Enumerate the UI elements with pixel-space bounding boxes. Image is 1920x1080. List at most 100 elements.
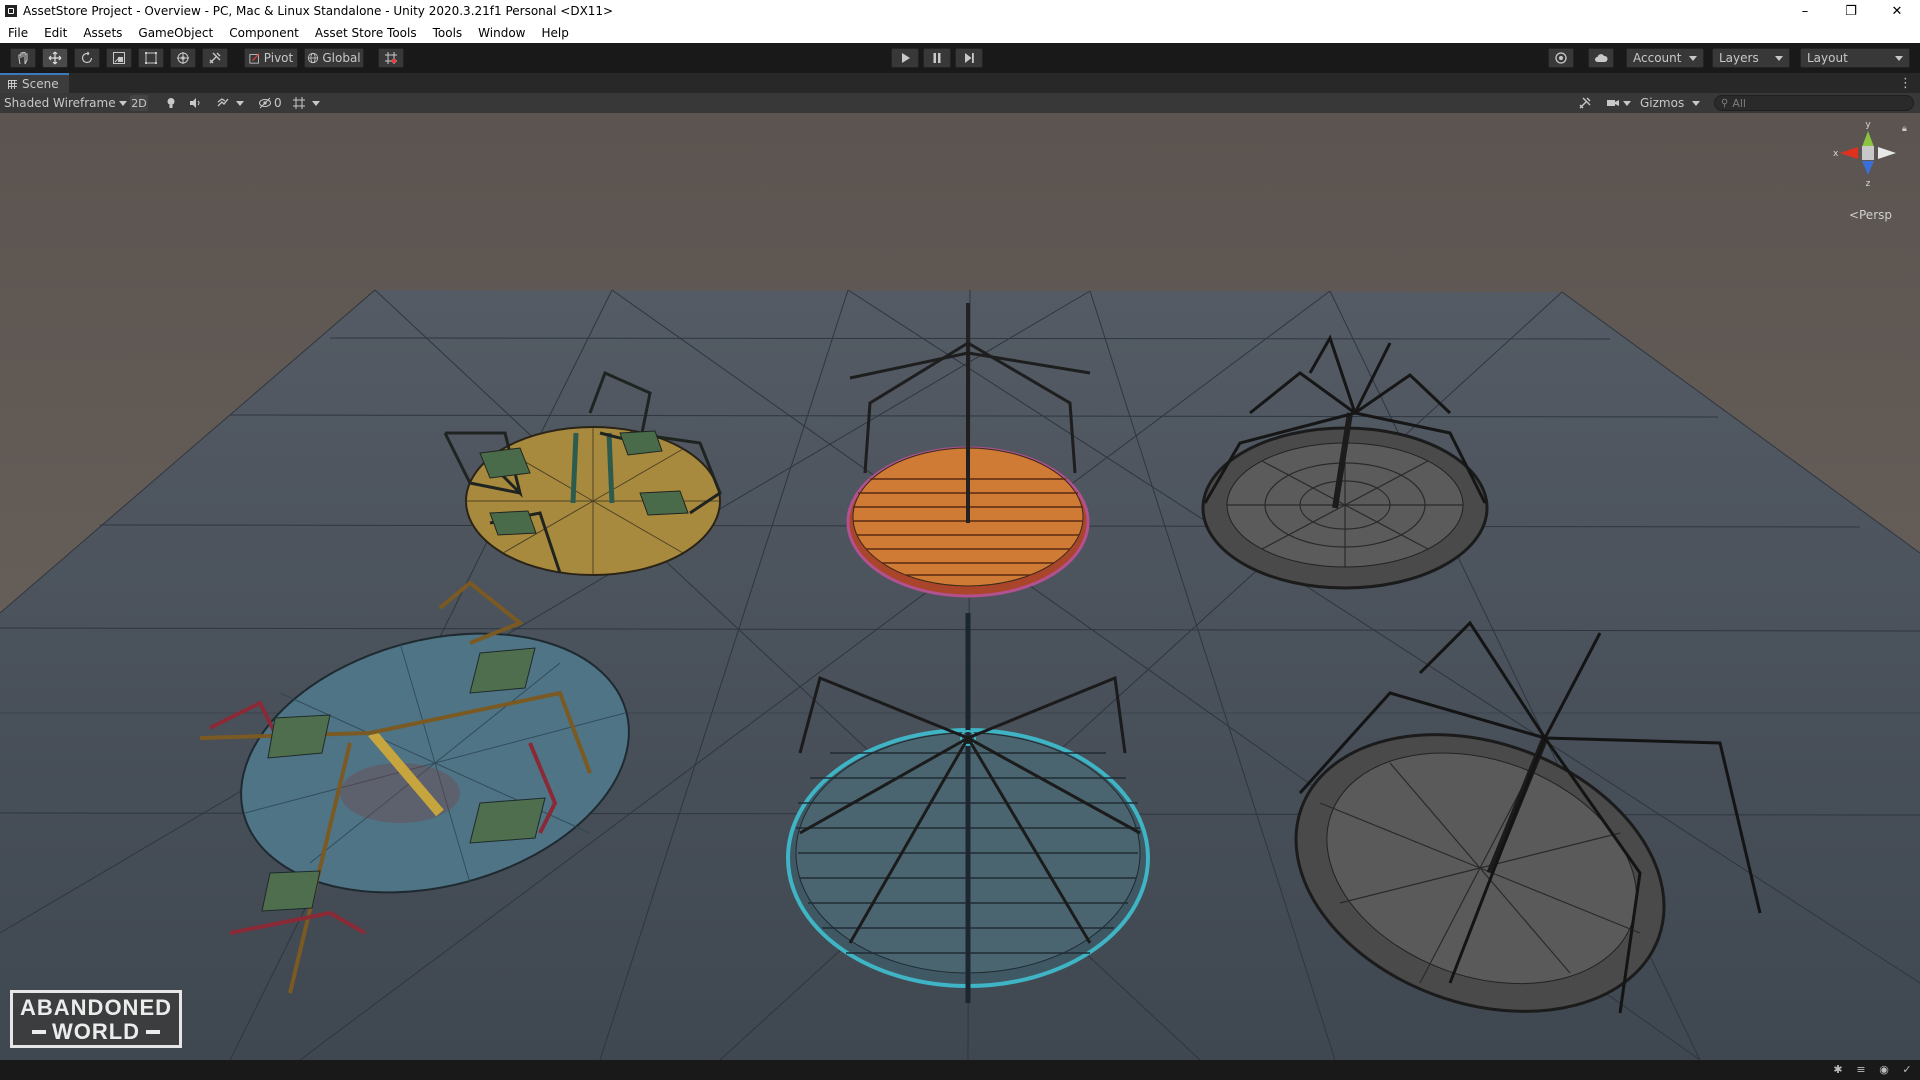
menu-bar: File Edit Assets GameObject Component As… [0,22,1920,43]
move-tool-button[interactable] [42,48,68,68]
scene-tab-label: Scene [22,77,59,91]
gizmo-z-axis[interactable] [1862,161,1874,175]
chevron-down-icon [236,100,244,106]
collab-button[interactable] [1548,48,1574,68]
gizmo-y-axis[interactable] [1862,131,1874,147]
unity-app-icon [5,5,17,17]
menu-assets[interactable]: Assets [75,26,130,40]
draw-mode-dropdown[interactable]: Shaded Wireframe [4,93,127,113]
maximize-button[interactable]: ❐ [1828,0,1874,22]
scene-render [0,113,1920,1060]
lock-icon[interactable]: 🔒︎ [1902,124,1907,134]
projection-toggle[interactable]: <Persp [1849,208,1892,222]
scene-search-field[interactable]: ⚲ All [1714,95,1914,111]
logo-bar-left [31,1030,46,1034]
chevron-down-icon [1689,55,1697,61]
hidden-objects-toggle[interactable]: 0 [258,93,282,113]
rotate-icon [81,51,93,64]
menu-help[interactable]: Help [534,26,577,40]
search-icon: ⚲ [1721,97,1729,109]
rotate-tool-button[interactable] [74,48,100,68]
global-label: Global [322,51,361,65]
menu-edit[interactable]: Edit [36,26,75,40]
grid-snap-icon [385,52,397,64]
pivot-label: Pivot [263,51,294,65]
check-circle-icon[interactable]: ✓ [1900,1062,1914,1076]
gizmos-label: Gizmos [1640,96,1685,110]
window-title-bar: AssetStore Project - Overview - PC, Mac … [0,0,1920,22]
layout-label: Layout [1807,51,1848,65]
orientation-gizmo[interactable]: y x z 🔒︎ [1828,119,1908,219]
layers-dropdown[interactable]: Layers [1712,48,1790,68]
menu-asset-store-tools[interactable]: Asset Store Tools [307,26,425,40]
account-dropdown[interactable]: Account [1626,48,1704,68]
custom-tool-button[interactable] [202,48,228,68]
menu-gameobject[interactable]: GameObject [130,26,221,40]
logo-line-1: ABANDONED [20,995,172,1020]
rect-tool-button[interactable] [138,48,164,68]
layers-stack-icon[interactable]: ≡ [1854,1062,1868,1076]
menu-component[interactable]: Component [221,26,307,40]
gizmo-neg-x-axis[interactable] [1878,147,1896,159]
menu-file[interactable]: File [0,26,36,40]
tools-icon [1579,97,1591,109]
camera-icon [1607,100,1619,106]
pivot-icon [249,53,260,64]
effects-dropdown[interactable] [216,93,244,113]
eye-slash-icon [259,97,271,109]
chevron-down-icon [1895,55,1903,61]
navigation-icon[interactable]: ◉ [1877,1062,1891,1076]
scene-viewport[interactable]: y x z 🔒︎ <Persp ABANDONED WORLD [0,113,1920,1060]
grid-dropdown[interactable] [292,93,320,113]
close-button[interactable]: ✕ [1874,0,1920,22]
camera-dropdown[interactable] [1606,93,1631,113]
transform-tool-button[interactable] [170,48,196,68]
tools-overlay-toggle[interactable] [1578,93,1592,113]
scene-grid-icon [8,79,17,89]
projection-label: Persp [1859,208,1892,222]
draw-mode-label: Shaded Wireframe [4,96,116,110]
cloud-button[interactable] [1588,48,1614,68]
pause-button[interactable] [923,48,951,68]
cloud-icon [1595,54,1608,62]
layout-dropdown[interactable]: Layout [1800,48,1910,68]
menu-window[interactable]: Window [470,26,533,40]
menu-tools[interactable]: Tools [425,26,471,40]
pivot-toggle[interactable]: Pivot [244,48,298,68]
lighting-toggle[interactable] [164,93,178,113]
logo-line-2: WORLD [51,1019,141,1044]
chevron-down-icon [1775,55,1783,61]
transform-icon [177,52,189,64]
rect-icon [145,52,157,64]
audio-toggle[interactable] [188,93,202,113]
bug-icon[interactable]: ✱ [1831,1062,1845,1076]
layers-label: Layers [1719,51,1759,65]
custom-tool-icon [209,52,221,64]
scale-tool-button[interactable] [106,48,132,68]
chevron-down-icon [118,100,127,106]
status-bar: ✱ ≡ ◉ ✓ [0,1060,1920,1080]
2d-toggle[interactable]: 2D [130,95,148,111]
more-options-icon[interactable]: ⋮ [1899,76,1912,91]
gizmo-x-axis[interactable] [1840,147,1858,159]
step-button[interactable] [955,48,983,68]
hand-tool-button[interactable] [10,48,36,68]
gizmo-z-label: z [1866,179,1871,189]
speaker-icon [190,98,200,108]
light-bulb-icon [167,98,175,108]
effects-icon [217,98,229,107]
scene-tab-bar: Scene ⋮ [0,73,1920,94]
hand-icon [18,52,28,65]
grid-snap-button[interactable] [378,48,404,68]
account-label: Account [1633,51,1682,65]
gizmo-center-cube[interactable] [1862,146,1874,160]
minimize-button[interactable]: – [1782,0,1828,22]
globe-icon [308,52,319,64]
step-icon [965,53,974,63]
chevron-down-icon [312,100,320,106]
tab-scene[interactable]: Scene [0,73,69,93]
global-toggle[interactable]: Global [304,48,364,68]
gizmos-dropdown[interactable]: Gizmos [1640,93,1701,113]
chevron-down-icon [1623,100,1631,106]
play-button[interactable] [891,48,919,68]
